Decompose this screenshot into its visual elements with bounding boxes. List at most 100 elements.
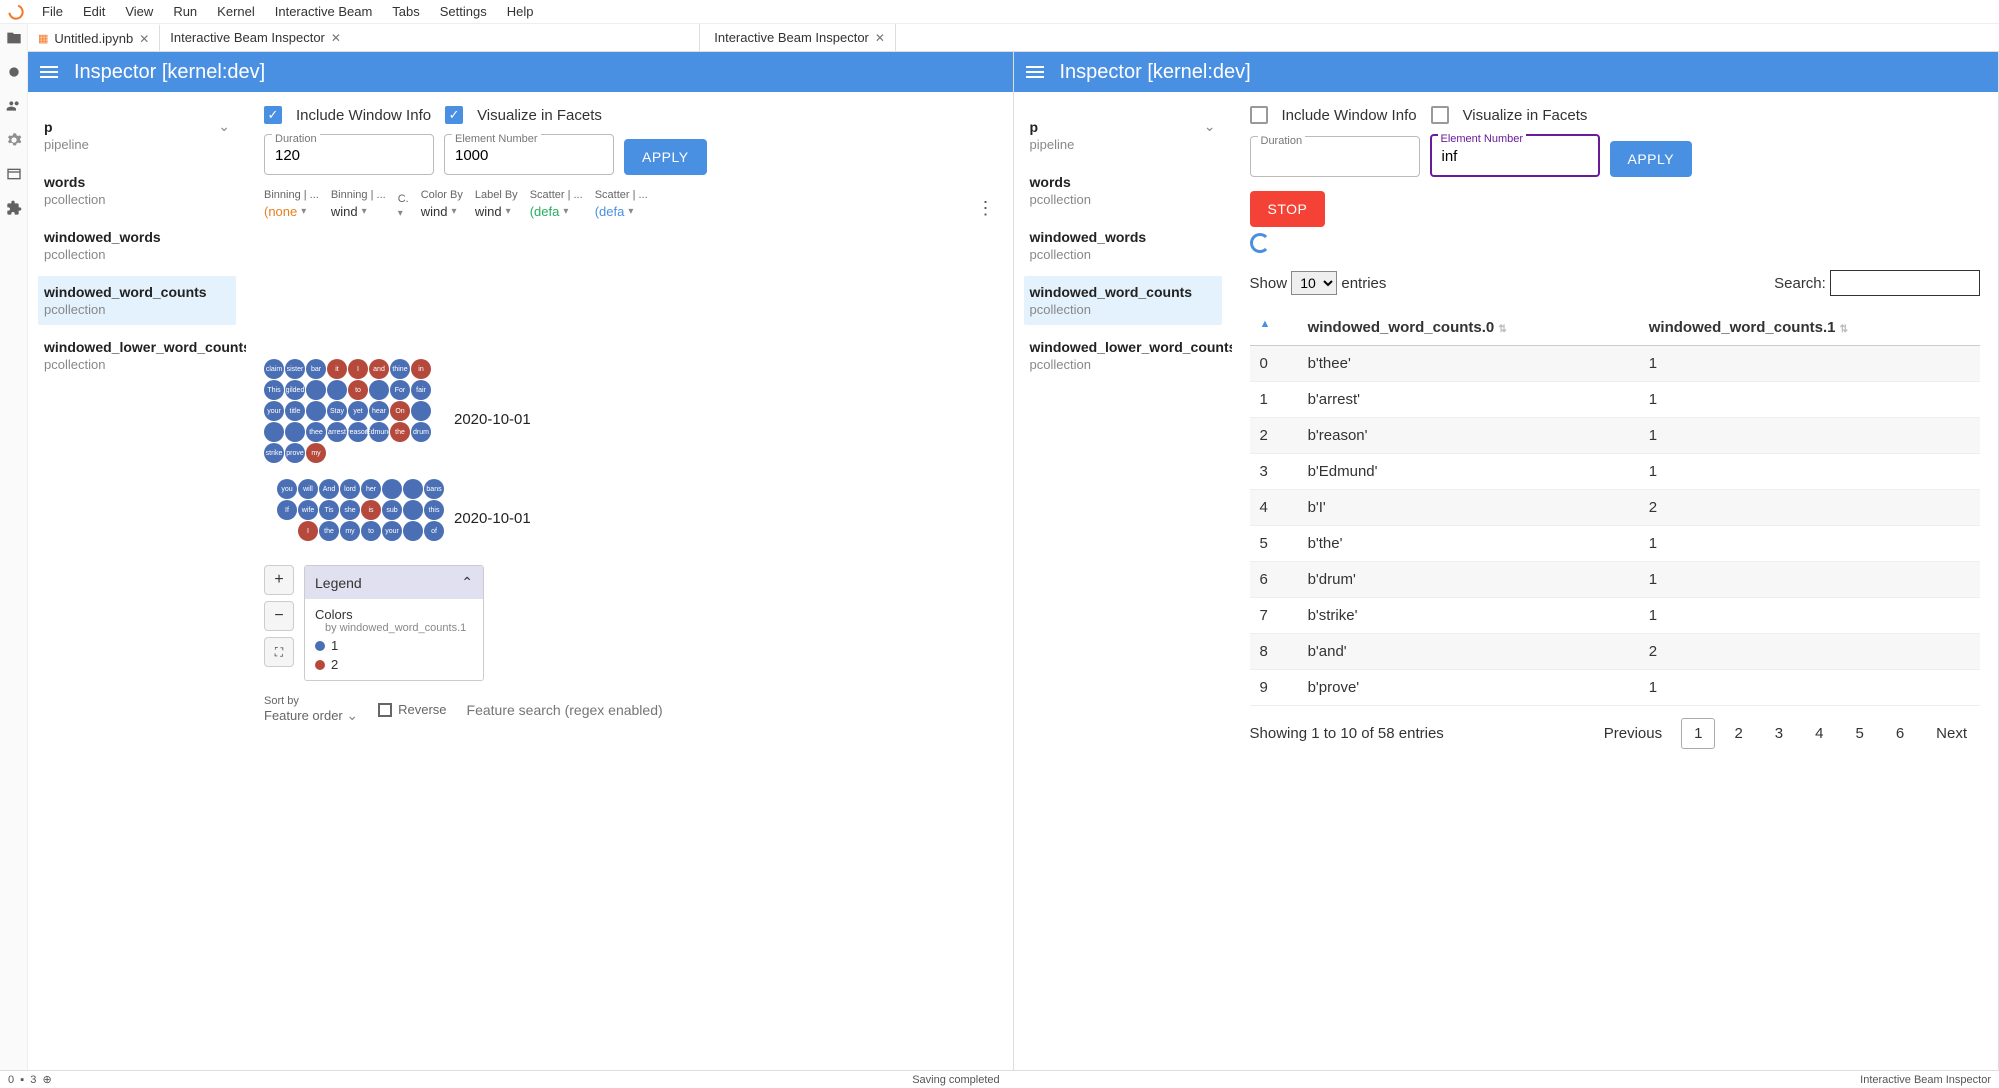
bubble[interactable] xyxy=(403,479,423,499)
menu-file[interactable]: File xyxy=(32,2,73,21)
bubble[interactable]: For xyxy=(390,380,410,400)
bubble[interactable]: sister xyxy=(285,359,305,379)
sidebar-item-windowed_words[interactable]: windowed_wordspcollection xyxy=(38,221,236,270)
sidebar-item-windowed_words[interactable]: windowed_wordspcollection xyxy=(1024,221,1222,270)
page-4[interactable]: 4 xyxy=(1802,718,1836,749)
table-header-index[interactable]: ▲ xyxy=(1250,310,1298,346)
bubble[interactable] xyxy=(327,380,347,400)
apply-button[interactable]: APPLY xyxy=(624,139,707,175)
sidebar-item-windowed_word_counts[interactable]: windowed_word_countspcollection xyxy=(1024,276,1222,325)
tab-inspector-b[interactable]: Interactive Beam Inspector ✕ xyxy=(704,24,896,51)
menu-interactive-beam[interactable]: Interactive Beam xyxy=(265,2,383,21)
hamburger-icon[interactable] xyxy=(1026,63,1044,81)
bubble[interactable] xyxy=(382,479,402,499)
bubble[interactable]: I xyxy=(348,359,368,379)
window-icon[interactable] xyxy=(6,166,22,182)
bubble[interactable]: she xyxy=(340,500,360,520)
bubble[interactable]: On xyxy=(390,401,410,421)
bubble[interactable]: And xyxy=(319,479,339,499)
bubble[interactable]: Edmund xyxy=(369,422,389,442)
bubble[interactable]: it xyxy=(327,359,347,379)
bubble[interactable]: hear xyxy=(369,401,389,421)
include-window-checkbox[interactable] xyxy=(1250,106,1268,124)
bubble[interactable]: yet xyxy=(348,401,368,421)
bubble[interactable]: lord xyxy=(340,479,360,499)
bubble[interactable]: I xyxy=(298,521,318,541)
bubble[interactable]: Tis xyxy=(319,500,339,520)
bubble[interactable]: and xyxy=(369,359,389,379)
apply-button[interactable]: APPLY xyxy=(1610,141,1693,177)
facet-select[interactable]: Label Bywind ▾ xyxy=(475,189,518,219)
hamburger-icon[interactable] xyxy=(40,63,58,81)
menu-tabs[interactable]: Tabs xyxy=(382,2,429,21)
menu-run[interactable]: Run xyxy=(163,2,207,21)
zoom-in-button[interactable]: + xyxy=(264,565,294,595)
sidebar-item-words[interactable]: wordspcollection xyxy=(38,166,236,215)
bubble[interactable] xyxy=(411,401,431,421)
bubble[interactable]: gilded xyxy=(285,380,305,400)
bubble[interactable]: thee xyxy=(306,422,326,442)
bubble[interactable]: will xyxy=(298,479,318,499)
page-5[interactable]: 5 xyxy=(1842,718,1876,749)
bubble[interactable]: in xyxy=(411,359,431,379)
tab-notebook[interactable]: ▦ Untitled.ipynb ✕ xyxy=(28,24,160,51)
bubble[interactable]: Stay xyxy=(327,401,347,421)
more-icon[interactable]: ⋮ xyxy=(977,198,995,219)
close-icon[interactable]: ✕ xyxy=(139,32,149,46)
include-window-checkbox[interactable]: ✓ xyxy=(264,106,282,124)
bubble[interactable]: the xyxy=(319,521,339,541)
bubble[interactable]: fair xyxy=(411,380,431,400)
chevron-up-icon[interactable]: ⌃ xyxy=(461,574,473,591)
sidebar-item-windowed_lower_word_counts[interactable]: windowed_lower_word_countspcollection xyxy=(1024,331,1222,380)
visualize-facets-checkbox[interactable] xyxy=(1431,106,1449,124)
sidebar-item-windowed_lower_word_counts[interactable]: windowed_lower_word_countspcollection xyxy=(38,331,236,380)
reverse-checkbox[interactable] xyxy=(378,703,392,717)
sidebar-item-words[interactable]: wordspcollection xyxy=(1024,166,1222,215)
bubble[interactable]: you xyxy=(277,479,297,499)
menu-edit[interactable]: Edit xyxy=(73,2,115,21)
bubble[interactable]: is xyxy=(361,500,381,520)
table-search-input[interactable] xyxy=(1830,270,1980,296)
menu-help[interactable]: Help xyxy=(497,2,544,21)
bubble[interactable] xyxy=(285,422,305,442)
sidebar-pipeline[interactable]: p ⌄ pipeline xyxy=(1024,110,1222,160)
close-icon[interactable]: ✕ xyxy=(875,31,885,45)
prev-button[interactable]: Previous xyxy=(1591,718,1675,749)
stop-button[interactable]: STOP xyxy=(1250,191,1326,227)
bubble[interactable]: my xyxy=(306,443,326,463)
bubble[interactable] xyxy=(264,422,284,442)
facet-select[interactable]: C. ▾ xyxy=(398,193,409,219)
bubble[interactable] xyxy=(306,380,326,400)
bubble[interactable]: drum xyxy=(411,422,431,442)
bubble[interactable]: prove xyxy=(285,443,305,463)
bubble[interactable]: the xyxy=(390,422,410,442)
sortby-value[interactable]: Feature order ⌄ xyxy=(264,707,358,724)
facet-select[interactable]: Binning | ...wind ▾ xyxy=(331,189,386,219)
menu-view[interactable]: View xyxy=(115,2,163,21)
menu-settings[interactable]: Settings xyxy=(430,2,497,21)
page-size-select[interactable]: 10 xyxy=(1291,271,1337,295)
facet-select[interactable]: Scatter | ...(defa ▾ xyxy=(530,189,583,219)
bubble[interactable]: of xyxy=(424,521,444,541)
bubble[interactable] xyxy=(403,521,423,541)
bubble[interactable]: arrest xyxy=(327,422,347,442)
page-2[interactable]: 2 xyxy=(1721,718,1755,749)
table-header-col1[interactable]: windowed_word_counts.1 ⇅ xyxy=(1639,310,1980,346)
facet-select[interactable]: Binning | ...(none ▾ xyxy=(264,189,319,219)
tab-inspector-a[interactable]: Interactive Beam Inspector ✕ xyxy=(160,24,700,51)
facet-select[interactable]: Scatter | ...(defa ▾ xyxy=(595,189,648,219)
bubble[interactable]: bar xyxy=(306,359,326,379)
page-6[interactable]: 6 xyxy=(1883,718,1917,749)
fit-button[interactable]: ⛶ xyxy=(264,637,294,667)
sidebar-item-windowed_word_counts[interactable]: windowed_word_countspcollection xyxy=(38,276,236,325)
facet-select[interactable]: Color Bywind ▾ xyxy=(421,189,463,219)
table-header-col0[interactable]: windowed_word_counts.0 ⇅ xyxy=(1298,310,1639,346)
bubble[interactable]: my xyxy=(340,521,360,541)
feature-search-input[interactable] xyxy=(467,702,995,718)
bubble[interactable]: claim xyxy=(264,359,284,379)
sidebar-pipeline[interactable]: p ⌄ pipeline xyxy=(38,110,236,160)
bubble[interactable]: this xyxy=(424,500,444,520)
bubble[interactable]: wife xyxy=(298,500,318,520)
page-3[interactable]: 3 xyxy=(1762,718,1796,749)
bubble[interactable]: your xyxy=(264,401,284,421)
